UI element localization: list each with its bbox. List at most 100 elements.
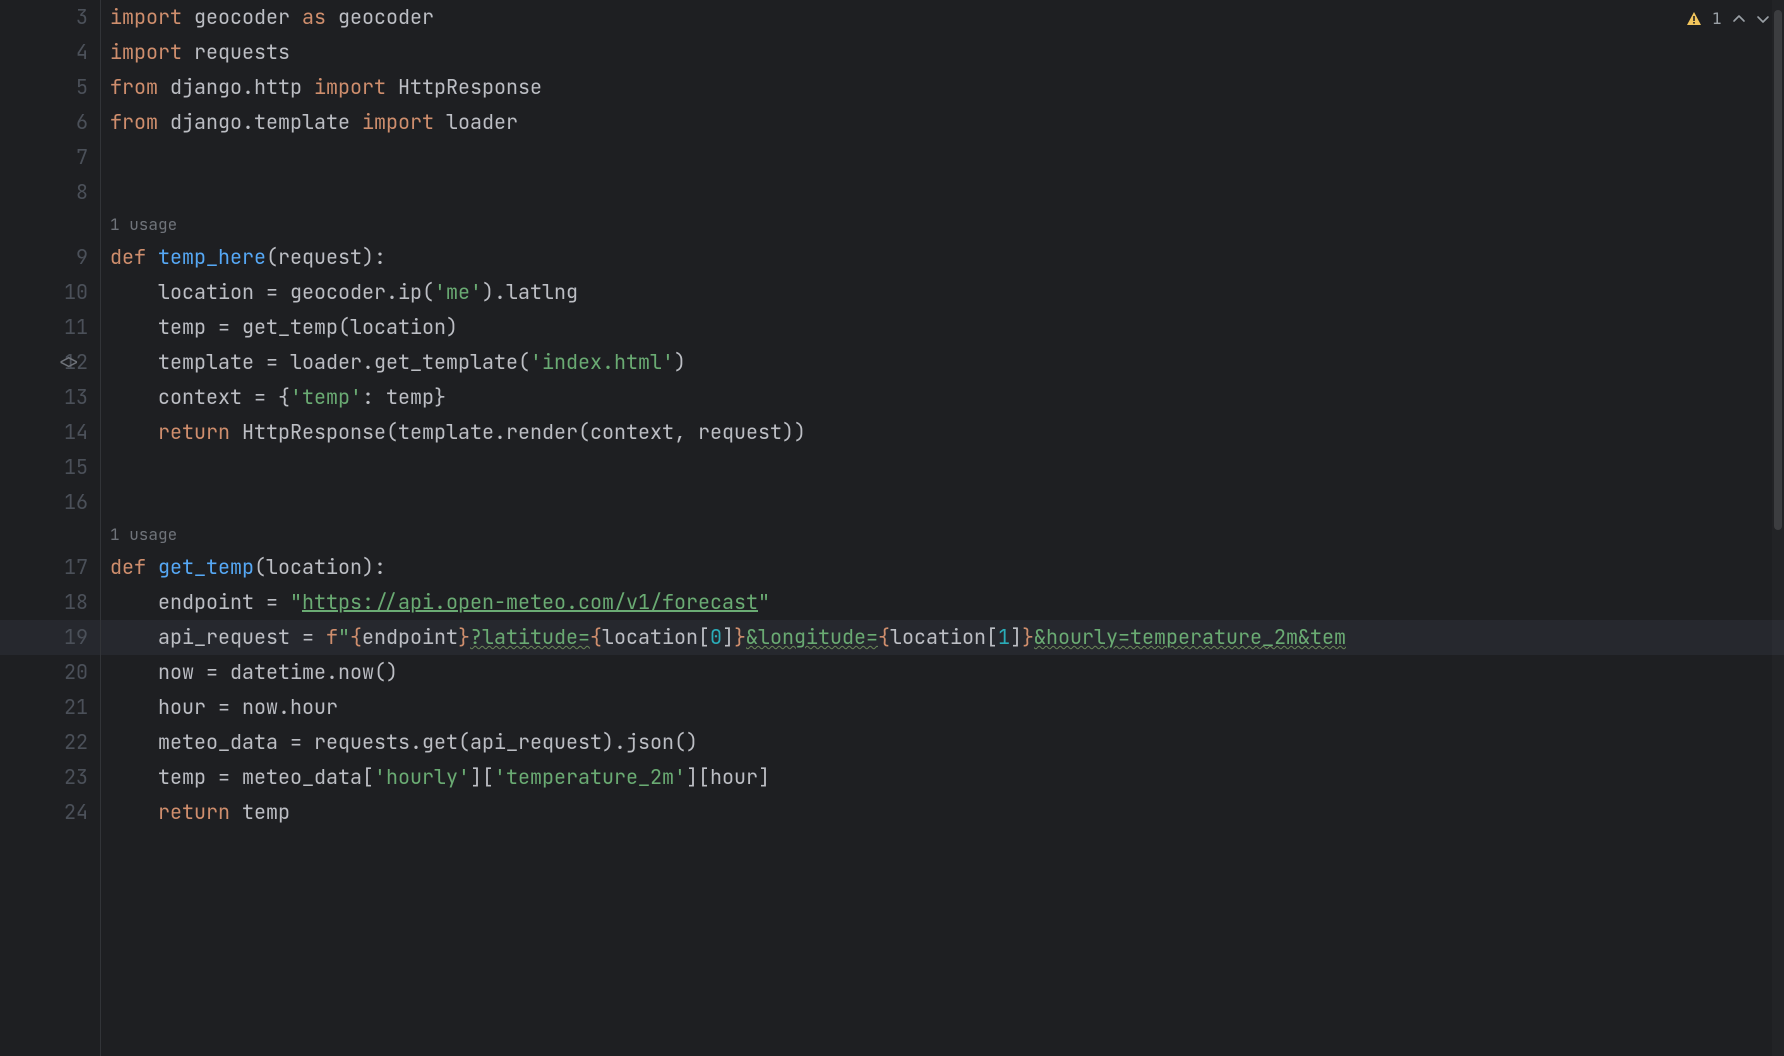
code-content[interactable]: return HttpResponse(template.render(cont… — [100, 415, 806, 450]
code-content[interactable] — [100, 140, 110, 175]
code-content[interactable]: def get_temp(location): — [100, 550, 386, 585]
code-content[interactable]: template = loader.get_template('index.ht… — [100, 345, 686, 380]
gutter-cell[interactable]: 15 — [0, 450, 100, 485]
line-number: 22 — [64, 725, 88, 760]
gutter-cell[interactable]: 13 — [0, 380, 100, 415]
gutter-cell — [0, 210, 100, 240]
gutter-cell[interactable]: 14 — [0, 415, 100, 450]
code-line[interactable]: 10 location = geocoder.ip('me').latlng — [0, 275, 1784, 310]
gutter-cell[interactable]: 22 — [0, 725, 100, 760]
line-number: 3 — [76, 0, 88, 35]
gutter-cell[interactable]: 7 — [0, 140, 100, 175]
line-number: 24 — [64, 795, 88, 830]
gutter-cell[interactable]: 9 — [0, 240, 100, 275]
gutter-cell[interactable]: 24 — [0, 795, 100, 830]
code-line[interactable]: 6 from django.template import loader — [0, 105, 1784, 140]
gutter-cell — [0, 520, 100, 550]
line-number: 13 — [64, 380, 88, 415]
code-line[interactable]: <>12 template = loader.get_template('ind… — [0, 345, 1784, 380]
code-content[interactable] — [100, 450, 110, 485]
line-number: 20 — [64, 655, 88, 690]
code-content[interactable] — [100, 485, 110, 520]
code-line[interactable]: 4 import requests — [0, 35, 1784, 70]
code-content[interactable]: return temp — [100, 795, 290, 830]
code-line[interactable]: 13 context = {'temp': temp} — [0, 380, 1784, 415]
code-line[interactable]: 24 return temp — [0, 795, 1784, 830]
code-line[interactable]: 22 meteo_data = requests.get(api_request… — [0, 725, 1784, 760]
line-number: 7 — [76, 140, 88, 175]
gutter-cell[interactable]: 16 — [0, 485, 100, 520]
gutter-cell[interactable]: 20 — [0, 655, 100, 690]
line-number: 5 — [76, 70, 88, 105]
code-content[interactable]: import geocoder as geocoder — [100, 0, 434, 35]
code-content[interactable] — [100, 175, 110, 210]
code-line[interactable]: 20 now = datetime.now() — [0, 655, 1784, 690]
code-line[interactable]: 18 endpoint = "https://api.open-meteo.co… — [0, 585, 1784, 620]
line-number: 6 — [76, 105, 88, 140]
gutter-cell[interactable]: 4 — [0, 35, 100, 70]
code-content[interactable]: meteo_data = requests.get(api_request).j… — [100, 725, 698, 760]
code-content[interactable]: api_request = f"{endpoint}?latitude={loc… — [100, 620, 1346, 655]
code-content[interactable]: from django.http import HttpResponse — [100, 70, 542, 105]
code-content[interactable]: temp = get_temp(location) — [100, 310, 458, 345]
inspection-overlay: 1 — [1680, 6, 1776, 31]
gutter-cell[interactable]: 19 — [0, 620, 100, 655]
line-number: 10 — [64, 275, 88, 310]
gutter-cell[interactable]: 6 — [0, 105, 100, 140]
gutter-cell[interactable]: 17 — [0, 550, 100, 585]
line-number: 11 — [64, 310, 88, 345]
inlay-hint-row: 1 usage — [0, 210, 1784, 240]
gutter-cell[interactable]: 3 — [0, 0, 100, 35]
code-line[interactable]: 19 api_request = f"{endpoint}?latitude={… — [0, 620, 1784, 655]
gutter-cell[interactable]: <>12 — [0, 345, 100, 380]
gutter-cell[interactable]: 10 — [0, 275, 100, 310]
related-tag-icon[interactable]: <> — [58, 345, 80, 380]
gutter-cell[interactable]: 11 — [0, 310, 100, 345]
code-content[interactable]: endpoint = "https://api.open-meteo.com/v… — [100, 585, 770, 620]
code-content[interactable]: temp = meteo_data['hourly']['temperature… — [100, 760, 770, 795]
code-lines[interactable]: 3 import geocoder as geocoder 4 import requ… — [0, 0, 1784, 1056]
line-number: 17 — [64, 550, 88, 585]
code-line[interactable]: 21 hour = now.hour — [0, 690, 1784, 725]
prev-highlight-button[interactable] — [1732, 12, 1746, 26]
gutter-cell[interactable]: 23 — [0, 760, 100, 795]
code-content[interactable]: location = geocoder.ip('me').latlng — [100, 275, 578, 310]
line-number: 14 — [64, 415, 88, 450]
code-line[interactable]: 14 return HttpResponse(template.render(c… — [0, 415, 1784, 450]
code-content[interactable]: hour = now.hour — [100, 690, 338, 725]
usages-inlay[interactable]: 1 usage — [100, 210, 177, 240]
code-line[interactable]: 7 — [0, 140, 1784, 175]
gutter-cell[interactable]: 18 — [0, 585, 100, 620]
code-line[interactable]: 11 temp = get_temp(location) — [0, 310, 1784, 345]
code-line[interactable]: 23 temp = meteo_data['hourly']['temperat… — [0, 760, 1784, 795]
line-number: 4 — [76, 35, 88, 70]
code-editor[interactable]: 1 3 import geocoder as geocoder 4 import re… — [0, 0, 1784, 1056]
inlay-hint-row: 1 usage — [0, 520, 1784, 550]
code-content[interactable]: import requests — [100, 35, 290, 70]
code-line[interactable]: 16 — [0, 485, 1784, 520]
code-content[interactable]: now = datetime.now() — [100, 655, 398, 690]
usages-inlay[interactable]: 1 usage — [100, 520, 177, 550]
code-line[interactable]: 15 — [0, 450, 1784, 485]
line-number: 18 — [64, 585, 88, 620]
code-content[interactable]: context = {'temp': temp} — [100, 380, 446, 415]
gutter-cell[interactable]: 5 — [0, 70, 100, 105]
code-line[interactable]: 8 — [0, 175, 1784, 210]
line-number: 9 — [76, 240, 88, 275]
gutter-cell[interactable]: 8 — [0, 175, 100, 210]
code-line[interactable]: 9 def temp_here(request): — [0, 240, 1784, 275]
line-number: 19 — [64, 620, 88, 655]
code-line[interactable]: 17 def get_temp(location): — [0, 550, 1784, 585]
warning-icon[interactable] — [1686, 11, 1702, 27]
code-content[interactable]: from django.template import loader — [100, 105, 518, 140]
scrollbar-thumb[interactable] — [1774, 10, 1782, 530]
line-number: 8 — [76, 175, 88, 210]
code-line[interactable]: 3 import geocoder as geocoder — [0, 0, 1784, 35]
gutter-cell[interactable]: 21 — [0, 690, 100, 725]
editor-scrollbar[interactable] — [1772, 0, 1784, 1056]
next-highlight-button[interactable] — [1756, 12, 1770, 26]
gutter-border — [100, 0, 101, 1056]
code-line[interactable]: 5 from django.http import HttpResponse — [0, 70, 1784, 105]
line-number: 21 — [64, 690, 88, 725]
code-content[interactable]: def temp_here(request): — [100, 240, 386, 275]
